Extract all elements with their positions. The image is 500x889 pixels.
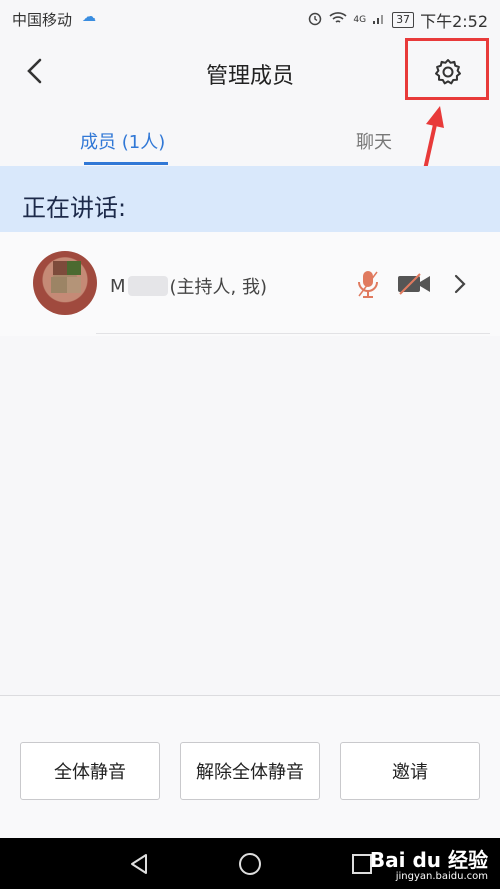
active-tab-indicator — [84, 162, 168, 165]
unmute-all-button[interactable]: 解除全体静音 — [180, 742, 320, 800]
circle-home-icon[interactable] — [238, 852, 262, 880]
watermark-url: jingyan.baidu.com — [395, 871, 488, 882]
battery-indicator: 37 — [392, 12, 415, 28]
signal-icon — [372, 11, 386, 29]
member-name: M (主持人, 我) — [110, 273, 267, 299]
avatar — [33, 251, 97, 315]
tab-chat[interactable]: 聊天 — [356, 128, 392, 154]
member-role: (主持人, 我) — [169, 277, 268, 298]
watermark: Bai du 经验 jingyan.baidu.com — [370, 844, 488, 882]
wifi-icon — [329, 11, 347, 29]
mute-all-button[interactable]: 全体静音 — [20, 742, 160, 800]
status-icons: 4G 37 下午2:52 — [307, 8, 488, 32]
member-name-prefix: M — [110, 275, 126, 297]
settings-highlight-box — [405, 38, 489, 100]
divider — [96, 333, 490, 334]
chevron-right-icon[interactable] — [452, 272, 468, 296]
tab-bar: 成员 (1人) 聊天 — [0, 110, 500, 166]
system-nav-bar: Bai du 经验 jingyan.baidu.com — [0, 838, 500, 889]
signal-label: 4G — [353, 15, 367, 25]
triangle-back-icon[interactable] — [127, 852, 151, 880]
member-row[interactable]: M (主持人, 我) — [0, 232, 500, 336]
settings-button[interactable] — [434, 58, 462, 86]
gear-icon — [435, 59, 461, 85]
camera-off-icon[interactable] — [396, 272, 432, 296]
tab-members[interactable]: 成员 (1人) — [80, 128, 165, 154]
clock: 下午2:52 — [420, 12, 488, 31]
nav-bar: 管理成员 — [0, 36, 500, 110]
cloud-icon: ☁ — [82, 9, 96, 25]
action-bar: 全体静音 解除全体静音 邀请 — [0, 696, 500, 838]
watermark-brand: Bai du 经验 — [369, 848, 488, 872]
microphone-muted-icon[interactable] — [356, 269, 380, 299]
carrier-label: 中国移动 — [12, 11, 73, 29]
redacted-name-blur — [127, 276, 168, 296]
status-bar: 中国移动 ☁ 4G 37 下午2:52 — [0, 0, 500, 36]
alarm-icon — [307, 10, 323, 30]
speaking-banner: 正在讲话: — [0, 166, 500, 232]
invite-button[interactable]: 邀请 — [340, 742, 480, 800]
speaking-label: 正在讲话: — [22, 194, 127, 222]
